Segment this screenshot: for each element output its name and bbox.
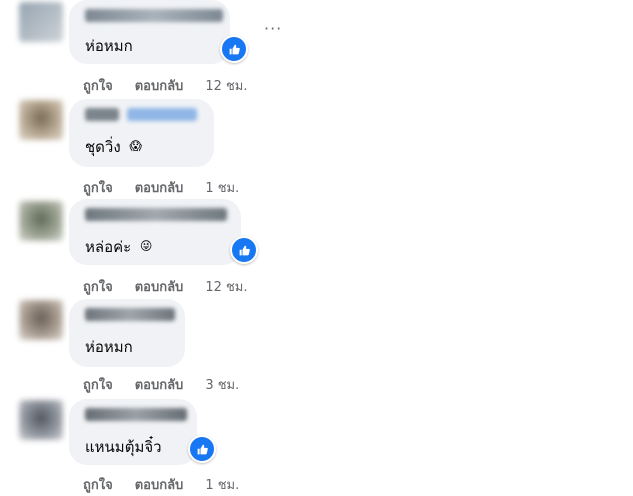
- emoji: 😜: [139, 238, 153, 253]
- avatar[interactable]: [19, 201, 63, 241]
- timestamp[interactable]: 1 ชม.: [205, 177, 239, 198]
- comment-actions: ถูกใจ ตอบกลับ 1 ชม.: [83, 177, 261, 198]
- more-options-icon[interactable]: ···: [264, 21, 282, 37]
- comment-actions: ถูกใจ ตอบกลับ 3 ชม.: [83, 374, 261, 395]
- comment-text: ห่อหมก: [85, 37, 133, 55]
- timestamp[interactable]: 12 ชม.: [205, 75, 247, 96]
- comment-actions: ถูกใจ ตอบกลับ 12 ชม.: [83, 276, 270, 297]
- avatar[interactable]: [19, 300, 63, 340]
- like-link[interactable]: ถูกใจ: [83, 75, 113, 96]
- like-reaction-badge[interactable]: [220, 35, 248, 63]
- commenter-name[interactable]: [85, 108, 119, 121]
- comment-text: หล่อค่ะ 😜: [85, 235, 155, 259]
- comment-actions: ถูกใจ ตอบกลับ 12 ชม.: [83, 75, 270, 96]
- comment-bubble: ห่อหมก: [69, 299, 185, 367]
- comment-bubble: ห่อหมก: [69, 0, 230, 64]
- comment-text: ห่อหมก: [85, 338, 133, 356]
- thumbs-up-icon: [229, 44, 240, 54]
- comment-bubble: หล่อค่ะ 😜: [69, 199, 241, 265]
- avatar[interactable]: [19, 100, 63, 140]
- like-link[interactable]: ถูกใจ: [83, 177, 113, 198]
- like-link[interactable]: ถูกใจ: [83, 474, 113, 495]
- like-reaction-badge[interactable]: [188, 435, 216, 463]
- thumbs-up-icon: [239, 245, 250, 255]
- like-reaction-badge[interactable]: [230, 236, 258, 264]
- timestamp[interactable]: 12 ชม.: [205, 276, 247, 297]
- commenter-name[interactable]: [85, 308, 175, 321]
- reply-link[interactable]: ตอบกลับ: [135, 474, 184, 495]
- comment-text: ชุดวิ่ง 😱: [85, 135, 145, 159]
- like-link[interactable]: ถูกใจ: [83, 276, 113, 297]
- reply-link[interactable]: ตอบกลับ: [135, 177, 184, 198]
- reply-link[interactable]: ตอบกลับ: [135, 75, 184, 96]
- comment-bubble: แหนมตุ้มจิ๋ว: [69, 399, 197, 465]
- timestamp[interactable]: 3 ชม.: [205, 374, 239, 395]
- thumbs-up-icon: [197, 444, 208, 454]
- avatar[interactable]: [19, 2, 63, 42]
- commenter-name[interactable]: [85, 208, 227, 221]
- commenter-name[interactable]: [85, 408, 187, 421]
- emoji: 😱: [129, 138, 142, 153]
- reply-link[interactable]: ตอบกลับ: [135, 276, 184, 297]
- comment-actions: ถูกใจ ตอบกลับ 1 ชม.: [83, 474, 261, 495]
- avatar[interactable]: [19, 400, 63, 440]
- timestamp[interactable]: 1 ชม.: [205, 474, 239, 495]
- commenter-name[interactable]: [85, 9, 223, 22]
- like-link[interactable]: ถูกใจ: [83, 374, 113, 395]
- reply-link[interactable]: ตอบกลับ: [135, 374, 184, 395]
- comment-text: แหนมตุ้มจิ๋ว: [85, 438, 162, 456]
- commenter-name-link[interactable]: [127, 108, 197, 121]
- comment-bubble: ชุดวิ่ง 😱: [69, 99, 214, 167]
